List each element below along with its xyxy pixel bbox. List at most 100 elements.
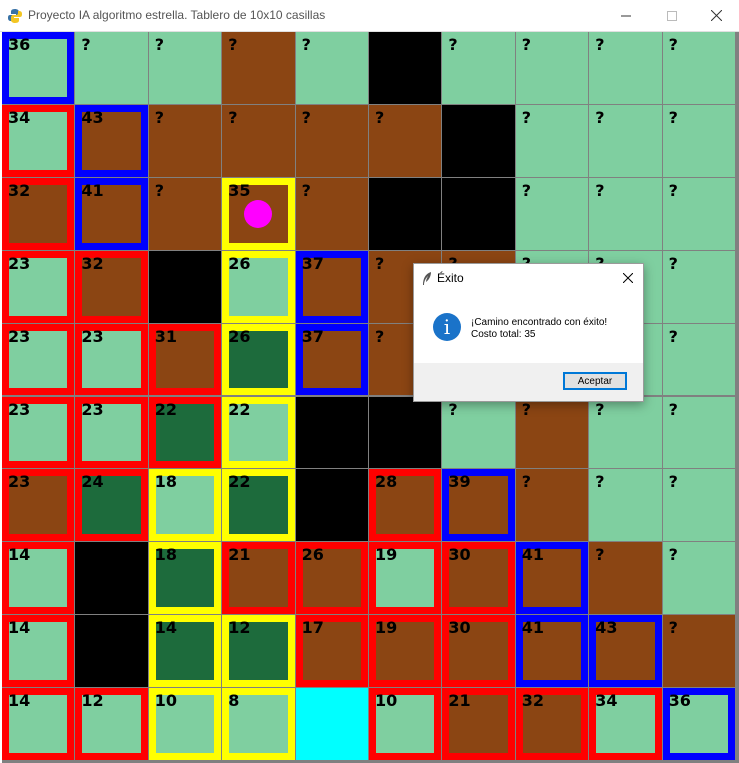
board-cell: ? — [662, 104, 735, 177]
cell-label: 23 — [81, 399, 104, 419]
board-cell: 34 — [589, 688, 662, 760]
board-cell: 18 — [148, 542, 222, 615]
board-cell: 41 — [75, 177, 148, 250]
board-cell: ? — [662, 615, 735, 688]
board-cell: 36 — [2, 32, 75, 104]
board-cell — [369, 396, 442, 469]
dialog-close-button[interactable] — [614, 264, 642, 292]
cell-label: ? — [595, 35, 605, 54]
board-cell: ? — [148, 104, 222, 177]
board-cell: ? — [662, 250, 735, 323]
cell-label: 19 — [375, 618, 398, 638]
board-cell — [442, 104, 515, 177]
cell-label: 37 — [301, 326, 324, 346]
cell-label: 26 — [228, 326, 251, 346]
board-cell: 30 — [442, 615, 515, 688]
board-cell — [295, 396, 368, 469]
board-cell: ? — [295, 177, 368, 250]
cell-label: 14 — [154, 618, 178, 638]
cell-label: 26 — [228, 253, 251, 273]
board-cell: ? — [295, 32, 368, 104]
board-cell: 36 — [662, 688, 735, 760]
cell-label: ? — [668, 35, 678, 54]
cell-label: 28 — [375, 472, 398, 492]
board-cell: ? — [662, 542, 735, 615]
board-cell: ? — [148, 177, 222, 250]
board-cell: 10 — [148, 688, 222, 760]
board-cell: ? — [589, 177, 662, 250]
cell-label: 36 — [668, 691, 691, 711]
cell-label: ? — [668, 253, 678, 273]
cell-label: ? — [595, 399, 605, 419]
cell-label: ? — [521, 180, 532, 200]
cell-label: 18 — [154, 545, 178, 565]
cell-label: 23 — [8, 253, 31, 273]
cell-label: 23 — [8, 472, 31, 492]
board-cell: 10 — [369, 688, 442, 760]
cell-label: ? — [228, 107, 238, 127]
board-cell: ? — [515, 469, 589, 542]
dialog-title: Éxito — [437, 271, 464, 285]
cell-label: 41 — [521, 545, 545, 565]
cell-label: 36 — [8, 35, 31, 54]
board-cell: 23 — [75, 323, 148, 396]
cell-label: 34 — [8, 107, 31, 127]
board-cell: 43 — [75, 104, 148, 177]
board-cell: 32 — [2, 177, 75, 250]
board-cell: ? — [662, 469, 735, 542]
cell-label: 35 — [228, 180, 251, 200]
cell-label: 19 — [375, 545, 398, 565]
cell-label: 32 — [8, 180, 31, 200]
cell-label: ? — [595, 545, 605, 565]
board-cell — [369, 32, 442, 104]
board-cell: 24 — [75, 469, 148, 542]
board-cell — [442, 177, 515, 250]
board-cell: 23 — [75, 396, 148, 469]
board-cell — [295, 688, 368, 760]
board-cell: ? — [589, 32, 662, 104]
maximize-button[interactable] — [649, 0, 695, 31]
board-cell: 43 — [589, 615, 662, 688]
board-cell: 23 — [2, 396, 75, 469]
ok-button[interactable]: Aceptar — [563, 372, 627, 390]
cell-label: ? — [668, 618, 678, 638]
cell-label: 30 — [448, 618, 471, 638]
close-icon — [710, 10, 722, 21]
cell-label: 23 — [8, 399, 31, 419]
board-cell: ? — [148, 32, 222, 104]
board-cell: ? — [442, 396, 515, 469]
cell-label: ? — [521, 399, 532, 419]
board-cell: ? — [662, 32, 735, 104]
board-cell: ? — [222, 104, 295, 177]
board-cell: 41 — [515, 615, 589, 688]
cell-label: ? — [595, 107, 605, 127]
board-cell: 39 — [442, 469, 515, 542]
cell-label: 32 — [521, 691, 545, 711]
board-cell: ? — [662, 396, 735, 469]
board-cell: 12 — [75, 688, 148, 760]
cell-label: 12 — [81, 691, 104, 711]
cell-label: ? — [668, 545, 678, 565]
cell-label: 14 — [8, 618, 31, 638]
board-cell: 26 — [222, 323, 295, 396]
board-cell: 22 — [222, 469, 295, 542]
board-cell: 32 — [515, 688, 589, 760]
cell-label: 37 — [301, 253, 324, 273]
minimize-button[interactable] — [603, 0, 649, 31]
board-cell: 22 — [148, 396, 222, 469]
feather-icon — [421, 271, 433, 285]
cell-label: 8 — [228, 691, 240, 711]
board-cell: 21 — [442, 688, 515, 760]
board-cell: ? — [589, 396, 662, 469]
cell-label: 26 — [301, 545, 324, 565]
board-cell: 26 — [295, 542, 368, 615]
cell-label: 21 — [228, 545, 251, 565]
close-button[interactable] — [693, 0, 739, 31]
board-cell: ? — [369, 104, 442, 177]
board-cell: 23 — [2, 469, 75, 542]
board-cell: 41 — [515, 542, 589, 615]
board-cell: 26 — [222, 250, 295, 323]
cell-label: ? — [154, 180, 165, 200]
maximize-icon — [667, 10, 677, 21]
dialog-footer: Aceptar — [414, 363, 643, 401]
